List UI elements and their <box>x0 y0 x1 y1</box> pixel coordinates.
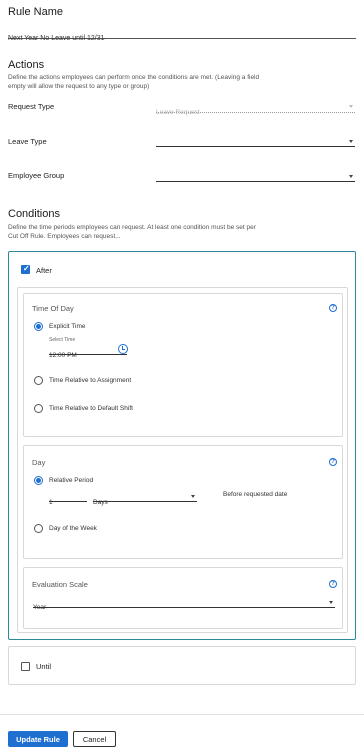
chevron-down-icon <box>349 105 353 108</box>
until-label: Until <box>36 662 52 671</box>
until-checkbox[interactable] <box>21 662 30 671</box>
after-subpanel: Time Of Day ? Explicit Time Select Time … <box>17 287 348 633</box>
request-type-placeholder: Leave Request <box>156 109 200 116</box>
day-title: Day <box>32 458 46 467</box>
period-value-input[interactable]: 1 <box>49 491 87 506</box>
conditions-heading: Conditions <box>8 208 60 220</box>
after-panel: ✓ After Time Of Day ? Explicit Time Sele… <box>8 251 356 640</box>
help-icon[interactable]: ? <box>329 580 337 588</box>
chevron-down-icon <box>329 601 333 604</box>
request-type-select[interactable]: Leave Request <box>156 101 355 116</box>
clock-icon[interactable] <box>118 344 128 354</box>
conditions-description-line2: Cut Off Rule. Employees can request... <box>8 233 121 240</box>
employee-group-select[interactable] <box>156 170 355 182</box>
relative-default-shift-label: Time Relative to Default Shift <box>49 405 133 412</box>
relative-assignment-radio[interactable] <box>34 376 43 385</box>
relative-period-radio[interactable] <box>34 476 43 485</box>
actions-description-line2: empty will allow the request to any type… <box>8 83 150 90</box>
actions-description: Define the actions employees can perform… <box>8 73 358 91</box>
conditions-description: Define the time periods employees can re… <box>8 223 358 241</box>
explicit-time-radio[interactable] <box>34 322 43 331</box>
leave-type-select[interactable] <box>156 135 355 147</box>
chevron-down-icon <box>349 140 353 143</box>
relative-period-label: Relative Period <box>49 477 94 484</box>
select-time-value: 12:00 PM <box>49 352 77 359</box>
rule-name-heading: Rule Name <box>8 6 64 18</box>
select-time-input[interactable]: 12:00 PM <box>49 344 127 359</box>
until-panel: Until <box>8 646 356 685</box>
relative-default-shift-radio[interactable] <box>34 404 43 413</box>
time-of-day-title: Time Of Day <box>32 304 74 313</box>
conditions-description-line1: Define the time periods employees can re… <box>8 224 256 231</box>
request-type-label: Request Type <box>8 102 55 111</box>
evaluation-scale-select[interactable]: Year <box>33 596 335 611</box>
period-suffix: Before requested date <box>223 491 288 498</box>
explicit-time-label: Explicit Time <box>49 323 86 330</box>
chevron-down-icon <box>191 495 195 498</box>
evaluation-scale-title: Evaluation Scale <box>32 580 88 589</box>
period-unit-value: Days <box>93 499 108 506</box>
relative-assignment-label: Time Relative to Assignment <box>49 377 132 384</box>
period-unit-select[interactable]: Days <box>93 491 197 506</box>
check-icon: ✓ <box>23 264 30 273</box>
employee-group-label: Employee Group <box>8 171 65 180</box>
actions-heading: Actions <box>8 59 45 71</box>
day-card: Day ? Relative Period 1 Days Before requ… <box>23 445 343 559</box>
help-icon[interactable]: ? <box>329 458 337 466</box>
period-value: 1 <box>49 499 53 506</box>
after-label: After <box>36 266 52 275</box>
chevron-down-icon <box>349 175 353 178</box>
rule-name-field[interactable]: Next Year No Leave until 12/31 <box>8 27 356 42</box>
day-of-week-label: Day of the Week <box>49 525 97 532</box>
actions-description-line1: Define the actions employees can perform… <box>8 74 260 81</box>
evaluation-scale-card: Evaluation Scale ? Year <box>23 567 343 629</box>
day-of-week-radio[interactable] <box>34 524 43 533</box>
select-time-label: Select Time <box>49 337 76 343</box>
after-checkbox[interactable]: ✓ <box>21 264 30 274</box>
rule-name-value: Next Year No Leave until 12/31 <box>8 35 105 42</box>
leave-type-label: Leave Type <box>8 137 47 146</box>
time-of-day-card: Time Of Day ? Explicit Time Select Time … <box>23 293 343 437</box>
help-icon[interactable]: ? <box>329 304 337 312</box>
evaluation-scale-value: Year <box>33 604 47 611</box>
footer-divider <box>0 714 364 715</box>
